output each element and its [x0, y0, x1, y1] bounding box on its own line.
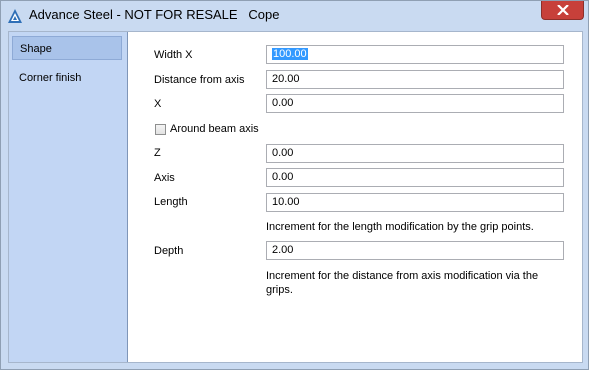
- close-button[interactable]: [541, 1, 584, 20]
- distance-from-axis-field[interactable]: 20.00: [266, 70, 564, 89]
- distance-from-axis-label: Distance from axis: [154, 74, 245, 86]
- window-title: Advance Steel - NOT FOR RESALE Cope: [29, 7, 280, 22]
- sidebar-item-corner-finish[interactable]: Corner finish: [12, 66, 122, 90]
- x-label: X: [154, 98, 162, 110]
- axis-label: Axis: [154, 172, 175, 184]
- width-x-value: 100.00: [272, 48, 308, 60]
- around-beam-axis-label: Around beam axis: [170, 123, 259, 135]
- title-bar[interactable]: Advance Steel - NOT FOR RESALE Cope: [1, 1, 588, 31]
- x-field[interactable]: 0.00: [266, 94, 564, 113]
- depth-label: Depth: [154, 245, 184, 257]
- close-icon: [557, 5, 569, 15]
- length-label: Length: [154, 196, 188, 208]
- axis-field[interactable]: 0.00: [266, 168, 564, 187]
- advance-steel-app-icon: [8, 9, 22, 23]
- around-beam-axis-checkbox[interactable]: [155, 124, 166, 135]
- dialog-window: Advance Steel - NOT FOR RESALE Cope Shap…: [0, 0, 589, 370]
- depth-field[interactable]: 2.00: [266, 241, 564, 260]
- shape-properties-panel: Width X 100.00 Distance from axis 20.00 …: [128, 32, 582, 362]
- z-field[interactable]: 0.00: [266, 144, 564, 163]
- dialog-body: Shape Corner finish Width X 100.00 Dista…: [8, 31, 583, 363]
- z-label: Z: [154, 147, 161, 159]
- length-field[interactable]: 10.00: [266, 193, 564, 212]
- width-x-label: Width X: [154, 49, 193, 61]
- depth-hint: Increment for the distance from axis mod…: [266, 270, 539, 296]
- length-hint: Increment for the length modification by…: [266, 221, 534, 233]
- sidebar-item-shape[interactable]: Shape: [12, 36, 122, 60]
- width-x-field[interactable]: 100.00: [266, 45, 564, 64]
- category-sidebar: Shape Corner finish: [9, 32, 128, 362]
